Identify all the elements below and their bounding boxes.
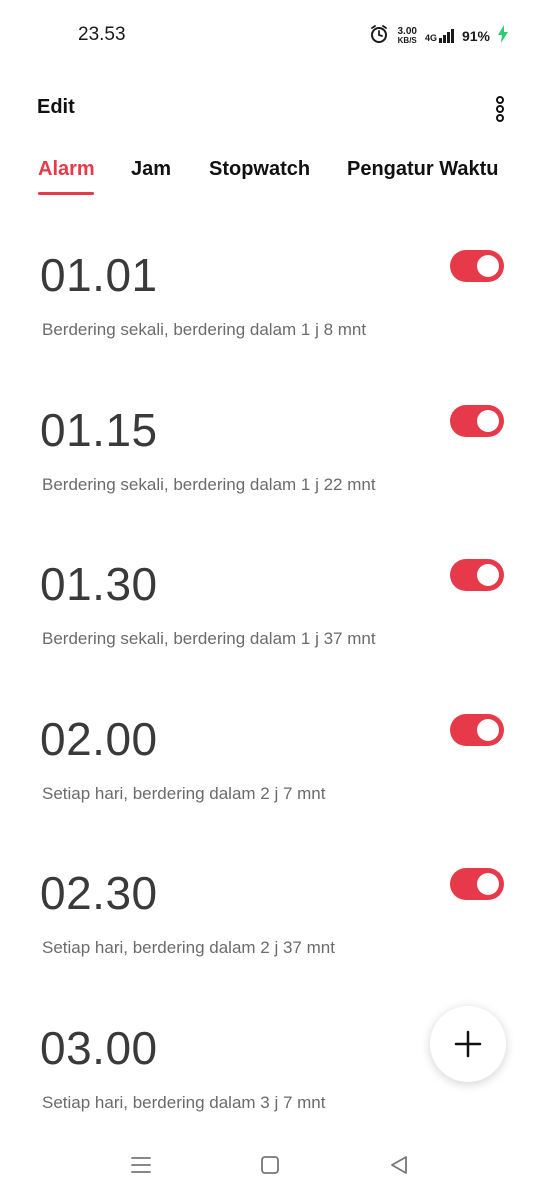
alarm-toggle[interactable] bbox=[450, 714, 504, 746]
tab-alarm[interactable]: Alarm bbox=[38, 158, 95, 181]
alarm-description: Setiap hari, berdering dalam 3 j 7 mnt bbox=[42, 1093, 326, 1112]
tab-bar: Alarm Jam Stopwatch Pengatur Waktu bbox=[38, 158, 520, 198]
toggle-knob bbox=[477, 410, 499, 432]
status-icons: 3.00 KB/S 4G 91% bbox=[369, 22, 508, 50]
network-speed: 3.00 KB/S bbox=[397, 26, 417, 46]
status-bar: 23.53 3.00 KB/S 4G 91% bbox=[0, 0, 540, 72]
plus-icon bbox=[454, 1030, 482, 1058]
alarm-toggle[interactable] bbox=[450, 868, 504, 900]
alarm-description: Setiap hari, berdering dalam 2 j 7 mnt bbox=[42, 784, 326, 803]
alarm-time: 01.30 bbox=[40, 558, 158, 610]
alarm-description: Setiap hari, berdering dalam 2 j 37 mnt bbox=[42, 938, 335, 957]
active-tab-indicator bbox=[38, 192, 94, 195]
back-icon[interactable] bbox=[388, 1154, 412, 1178]
alarm-description: Berdering sekali, berdering dalam 1 j 22… bbox=[42, 475, 376, 494]
alarm-description: Berdering sekali, berdering dalam 1 j 37… bbox=[42, 629, 376, 648]
alarm-time: 01.15 bbox=[40, 404, 158, 456]
alarm-time: 02.30 bbox=[40, 867, 158, 919]
alarm-item[interactable]: 01.01 Berdering sekali, berdering dalam … bbox=[0, 248, 540, 398]
charging-icon bbox=[498, 24, 508, 48]
toggle-knob bbox=[477, 873, 499, 895]
tab-pengatur-waktu[interactable]: Pengatur Waktu bbox=[347, 158, 499, 181]
alarm-time: 03.00 bbox=[40, 1022, 158, 1074]
network-type: 4G bbox=[424, 33, 437, 43]
alarm-item[interactable]: 02.00 Setiap hari, berdering dalam 2 j 7… bbox=[0, 712, 540, 862]
tab-stopwatch[interactable]: Stopwatch bbox=[209, 158, 310, 181]
toggle-knob bbox=[477, 719, 499, 741]
speed-unit: KB/S bbox=[397, 36, 417, 45]
add-alarm-button[interactable] bbox=[430, 1006, 506, 1082]
alarm-item[interactable]: 02.30 Setiap hari, berdering dalam 2 j 3… bbox=[0, 866, 540, 1016]
tab-jam[interactable]: Jam bbox=[131, 158, 171, 181]
alarm-toggle[interactable] bbox=[450, 250, 504, 282]
speed-value: 3.00 bbox=[397, 26, 417, 37]
alarm-item[interactable]: 01.30 Berdering sekali, berdering dalam … bbox=[0, 557, 540, 707]
alarm-toggle[interactable] bbox=[450, 559, 504, 591]
menu-icon[interactable] bbox=[130, 1154, 154, 1178]
battery-level: 91% bbox=[461, 28, 490, 44]
status-time: 23.53 bbox=[78, 24, 126, 45]
edit-button[interactable]: Edit bbox=[37, 96, 75, 119]
system-nav-bar bbox=[0, 1146, 540, 1186]
home-icon[interactable] bbox=[259, 1154, 283, 1178]
alarm-item[interactable]: 01.15 Berdering sekali, berdering dalam … bbox=[0, 403, 540, 553]
alarm-description: Berdering sekali, berdering dalam 1 j 8 … bbox=[42, 320, 367, 339]
alarm-time: 01.01 bbox=[40, 249, 158, 301]
toggle-knob bbox=[477, 564, 499, 586]
alarm-toggle[interactable] bbox=[450, 405, 504, 437]
signal-icon: 4G bbox=[425, 29, 454, 43]
alarm-time: 02.00 bbox=[40, 713, 158, 765]
more-vertical-icon[interactable] bbox=[492, 96, 508, 122]
alarm-icon bbox=[369, 24, 389, 49]
toggle-knob bbox=[477, 255, 499, 277]
